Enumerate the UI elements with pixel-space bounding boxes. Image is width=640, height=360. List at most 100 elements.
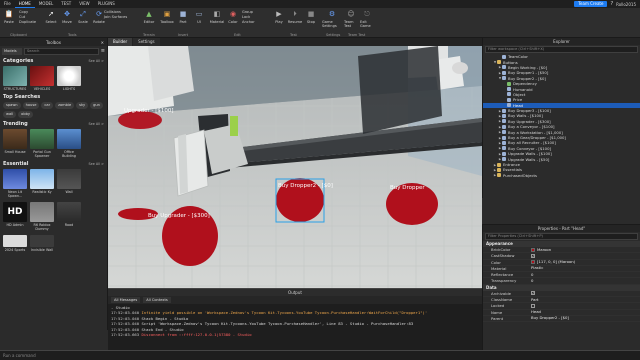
category-lights[interactable]: LIGHTS [57, 66, 81, 91]
trending-item[interactable]: Portal Gun Spawner [30, 129, 54, 158]
property-value[interactable]: ✓ [531, 291, 640, 296]
essential-see-all[interactable]: See All > [88, 162, 104, 166]
checkbox[interactable]: ✓ [531, 253, 535, 258]
tab-builder[interactable]: Builder [108, 38, 133, 46]
more-item[interactable]: Road [57, 202, 81, 231]
ui-button[interactable]: ▭ UI [192, 10, 206, 24]
trending-item[interactable]: Office Building [57, 129, 81, 158]
tab-settings[interactable]: Settings [133, 38, 160, 46]
essential-item[interactable]: Wall [57, 169, 81, 198]
close-icon[interactable]: ✕ [101, 40, 104, 45]
explorer-row-label: Upgrade Walls - [$100] [508, 151, 552, 157]
explorer-row-label: Humanoid [513, 86, 533, 92]
trending-row: Small House Portal Gun Spawner Office Bu… [0, 128, 107, 159]
menu-tab-home[interactable]: HOME [14, 0, 35, 8]
context-filter-dropdown[interactable]: All Contexts [143, 297, 171, 303]
search-chip[interactable]: car [41, 102, 54, 109]
game-settings-button[interactable]: ⚙ Game Settings [322, 10, 342, 28]
search-chip[interactable]: house [22, 102, 40, 109]
menu-tab-model[interactable]: MODEL [35, 0, 57, 8]
scene-label: Buy Dropper2 - [$0] [278, 183, 333, 189]
color-button[interactable]: ◉ Color [226, 10, 240, 24]
property-value[interactable]: Buy Dropper2 - [$0] [531, 315, 640, 321]
property-value[interactable]: Plastic [531, 265, 640, 271]
property-value[interactable]: ✓ [531, 253, 640, 258]
properties-list: Appearance BrickColor Maroon CastShadow ✓ Col… [483, 241, 640, 323]
search-chip[interactable]: obby [18, 111, 34, 118]
essential-item[interactable]: Neon Lit Spawn... [3, 169, 27, 198]
extra-item[interactable]: Invisible Wall [30, 235, 54, 252]
viewport-tabs: Builder Settings [108, 38, 482, 46]
extra-item[interactable]: 2024 Sports [3, 235, 27, 252]
part-button[interactable]: ■ Part [176, 10, 190, 24]
property-value[interactable]: 0 [531, 278, 640, 283]
script-icon [507, 81, 511, 86]
filter-icon[interactable]: ≡ [101, 48, 105, 54]
menu-tab-plugins[interactable]: PLUGINS [94, 0, 119, 8]
essential-item[interactable]: Realistic Ky [30, 169, 54, 198]
move-icon: ✥ [64, 10, 70, 18]
property-value[interactable]: [117, 0, 0] (Maroon) [531, 259, 640, 265]
panel-gap [482, 198, 640, 224]
scale-tool[interactable]: ⤢ Scale [76, 10, 90, 24]
user-name[interactable]: Rollo2015 [616, 2, 636, 7]
select-tool[interactable]: ➚ Select [44, 10, 58, 24]
category-vehicles[interactable]: VEHICLES [30, 66, 54, 91]
explorer-filter-input[interactable]: Filter workspace (Ctrl+Shift+X) [485, 46, 638, 53]
search-chip[interactable]: wall [3, 111, 17, 118]
toolbox-button[interactable]: ▣ Toolbox [160, 10, 174, 24]
anchor-button[interactable]: Anchor [242, 20, 255, 25]
property-value[interactable] [531, 303, 640, 309]
menu-tab-test[interactable]: TEST [57, 0, 75, 8]
more-item[interactable]: R6 Roblox Dummy [30, 202, 54, 231]
command-bar-input[interactable]: Run a command [0, 350, 640, 360]
sports-thumbnail [3, 235, 27, 247]
property-value[interactable]: Head [531, 309, 640, 315]
menu-tab-file[interactable]: File [0, 0, 15, 8]
checkbox[interactable] [531, 304, 535, 309]
toolbox-search-input[interactable]: Search [24, 47, 99, 55]
search-chip[interactable]: sky [76, 102, 89, 109]
toolbox-category-select[interactable]: Models [2, 47, 22, 55]
top-searches-header: Top Searches [3, 94, 41, 100]
property-value[interactable]: 0 [531, 272, 640, 277]
trending-see-all[interactable]: See All > [88, 122, 104, 126]
message-filter-dropdown[interactable]: All Messages [111, 297, 141, 303]
stop-button[interactable]: ■ Stop [304, 10, 318, 24]
search-chip[interactable]: zombie [55, 102, 75, 109]
team-create-button[interactable]: Team Create [574, 1, 608, 7]
team-test-button[interactable]: ☺ Team Test [344, 10, 358, 28]
property-row[interactable]: Parent Buy Dropper2 - [$0] [483, 315, 640, 323]
search-chip[interactable]: gun [90, 102, 103, 109]
resume-button[interactable]: ⏵ Resume [288, 10, 302, 24]
properties-title: Properties - Part "Head" [483, 225, 640, 232]
menu-tab-view[interactable]: VIEW [75, 0, 93, 8]
properties-filter-input[interactable]: Filter Properties (Ctrl+Shift+P) [485, 233, 638, 240]
join-surfaces-toggle[interactable]: Join Surfaces [104, 15, 127, 20]
3d-viewport[interactable]: Upgrader - [$100] Buy Dropper2 - [$0] Bu… [108, 46, 482, 295]
property-name: ClassName [491, 297, 513, 303]
scene-label: Upgrader - [$100] [124, 108, 174, 114]
search-chip[interactable]: spawn [3, 102, 21, 109]
play-button[interactable]: ▶ Play [272, 10, 286, 24]
paste-button[interactable]: 📋 Paste [2, 10, 16, 24]
small-house-thumbnail [3, 129, 27, 149]
exit-game-button[interactable]: ⎋ Exit Game [360, 10, 374, 28]
explorer-row[interactable]: ▶ PurchasedObjects [483, 173, 640, 178]
part-icon [502, 54, 506, 59]
terrain-editor-button[interactable]: ▲ Editor [142, 10, 156, 24]
edit-group: ◧ Material ◉ Color Group Lock Anchor Edi… [210, 8, 255, 38]
duplicate-button[interactable]: Duplicate [19, 20, 36, 25]
categories-see-all[interactable]: See All > [88, 59, 104, 63]
material-button[interactable]: ◧ Material [210, 10, 225, 24]
more-item[interactable]: HD HD Admin [3, 202, 27, 231]
trending-item[interactable]: Small House [3, 129, 27, 158]
move-tool[interactable]: ✥ Move [60, 10, 74, 24]
help-icon[interactable]: ? [610, 1, 613, 7]
scene-label: Buy Upgrader - [$300] [148, 213, 210, 219]
property-value[interactable]: Maroon [531, 247, 640, 252]
property-value[interactable]: Part [531, 297, 640, 302]
checkbox[interactable]: ✓ [531, 291, 535, 296]
category-structures[interactable]: STRUCTURES [3, 66, 27, 91]
color-icon: ◉ [229, 10, 237, 18]
